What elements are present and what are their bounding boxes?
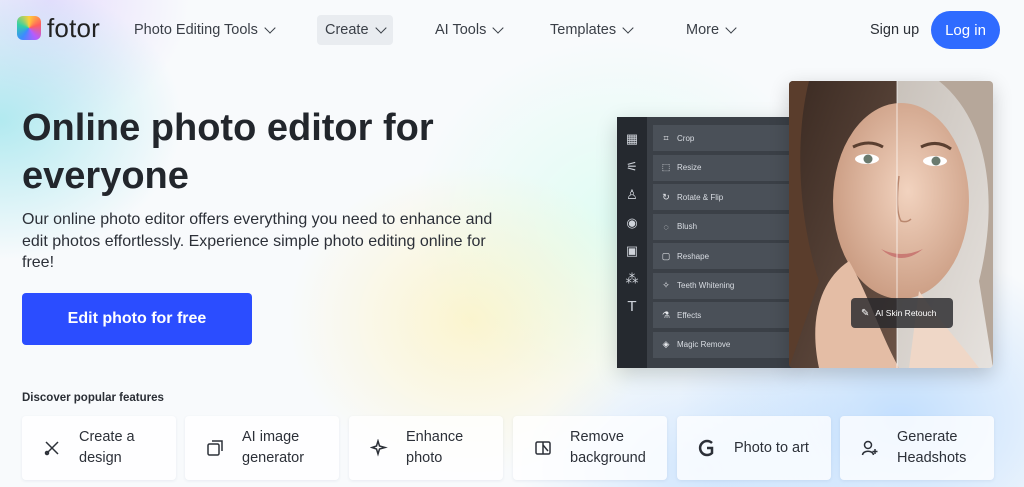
chevron-down-icon (492, 22, 504, 34)
person-icon: ♙ (626, 187, 638, 202)
tool-label: Teeth Whitening (677, 281, 735, 290)
title-line-1: Online photo editor for (22, 107, 434, 149)
signup-link[interactable]: Sign up (870, 22, 919, 38)
tool-label: Effects (677, 310, 702, 320)
nav-label: AI Tools (435, 22, 487, 38)
elements-icon: ⁂ (625, 271, 639, 286)
tool-label: Magic Remove (677, 340, 731, 349)
editor-preview-panel: ▦ ⚟ ♙ ◉ ▣ ⁂ T ⌗ Crop ⬚ Resize ↻ Rotate & Fl… (617, 117, 793, 368)
text-icon: T (627, 298, 637, 315)
tool-teeth-whitening: ✧ Teeth Whitening (653, 272, 793, 299)
frame-icon: ▣ (625, 243, 639, 258)
nav-label: More (686, 22, 720, 38)
retouch-icon: ✎ (861, 307, 870, 319)
chevron-down-icon (374, 22, 387, 34)
ai-image-icon (207, 440, 223, 456)
feature-card-ai-image[interactable]: AI image generator (185, 416, 339, 480)
nav-label: Photo Editing Tools (134, 22, 258, 38)
eye-icon: ◉ (626, 215, 638, 230)
resize-icon: ⬚ (661, 162, 671, 172)
feature-card-create-design[interactable]: Create a design (22, 416, 176, 480)
tool-rotate: ↻ Rotate & Flip (653, 184, 793, 210)
tool-label: Reshape (677, 251, 710, 261)
reshape-icon: ▢ (661, 250, 671, 261)
editor-tool-rail: ▦ ⚟ ♙ ◉ ▣ ⁂ T (617, 117, 647, 368)
rotate-icon: ↻ (662, 191, 670, 202)
feature-card-generate-headshots[interactable]: Generate Headshots (840, 416, 994, 480)
login-button[interactable]: Log in (931, 11, 1000, 49)
tool-blush: ◌ Blush (653, 213, 793, 240)
effects-icon: ⚗ (661, 309, 671, 320)
top-navigation: fotor Photo Editing Tools Create AI Tool… (0, 0, 1024, 60)
tool-label: Resize (677, 163, 702, 172)
nav-ai-tools[interactable]: AI Tools (427, 15, 510, 45)
title-line-2: everyone (22, 155, 189, 197)
sparkle-icon (370, 439, 388, 457)
nav-photo-editing-tools[interactable]: Photo Editing Tools (126, 15, 282, 45)
remove-bg-icon (535, 441, 551, 455)
logo-icon (17, 16, 41, 40)
page-title: Online photo editor for everyone (22, 104, 522, 200)
sliders-icon: ⚟ (626, 159, 638, 174)
chevron-down-icon (725, 22, 737, 34)
chevron-down-icon (622, 22, 634, 34)
tool-resize: ⬚ Resize (653, 154, 793, 181)
tool-label: Blush (677, 222, 698, 231)
add-user-icon (861, 440, 878, 456)
feature-label: Create a design (79, 429, 135, 466)
tool-effects: ⚗ Effects (653, 302, 793, 328)
feature-card-enhance-photo[interactable]: Enhance photo (349, 416, 503, 480)
feature-label: Remove background (570, 429, 646, 466)
feature-label: Photo to art (734, 439, 809, 456)
nav-create[interactable]: Create (317, 15, 393, 45)
feature-card-photo-to-art[interactable]: Photo to art (677, 416, 831, 480)
feature-label: Generate Headshots (897, 429, 967, 466)
feature-label: AI image generator (242, 429, 305, 466)
tool-reshape: ▢ Reshape (653, 243, 793, 269)
tool-label: Crop (677, 133, 695, 143)
nav-label: Create (325, 22, 369, 38)
feature-label: Enhance photo (406, 429, 464, 466)
design-tools-icon (44, 441, 59, 456)
grid-icon: ▦ (625, 131, 639, 146)
chevron-down-icon (264, 22, 276, 34)
art-logo-icon (698, 439, 714, 457)
ai-skin-retouch-badge: ✎ AI Skin Retouch (851, 298, 953, 328)
edit-photo-button[interactable]: Edit photo for free (22, 293, 252, 345)
brand-name: fotor (47, 13, 101, 43)
badge-label: AI Skin Retouch (875, 308, 937, 318)
nav-label: Templates (550, 22, 617, 38)
brand-logo[interactable]: fotor (17, 15, 100, 41)
features-heading: Discover popular features (22, 392, 164, 404)
teeth-icon: ✧ (662, 280, 670, 290)
tool-crop: ⌗ Crop (653, 125, 793, 151)
tool-magic-remove: ◈ Magic Remove (653, 331, 793, 358)
eraser-icon: ◈ (662, 339, 670, 349)
blush-icon: ◌ (663, 221, 669, 232)
nav-templates[interactable]: Templates (542, 15, 640, 45)
nav-more[interactable]: More (678, 15, 743, 45)
feature-card-remove-background[interactable]: Remove background (513, 416, 667, 480)
hero-subtitle: Our online photo editor offers everythin… (22, 211, 493, 271)
tool-label: Rotate & Flip (677, 192, 724, 202)
crop-icon: ⌗ (663, 132, 669, 143)
editor-tool-list: ⌗ Crop ⬚ Resize ↻ Rotate & Flip ◌ Blush ▢ Res… (653, 125, 793, 361)
